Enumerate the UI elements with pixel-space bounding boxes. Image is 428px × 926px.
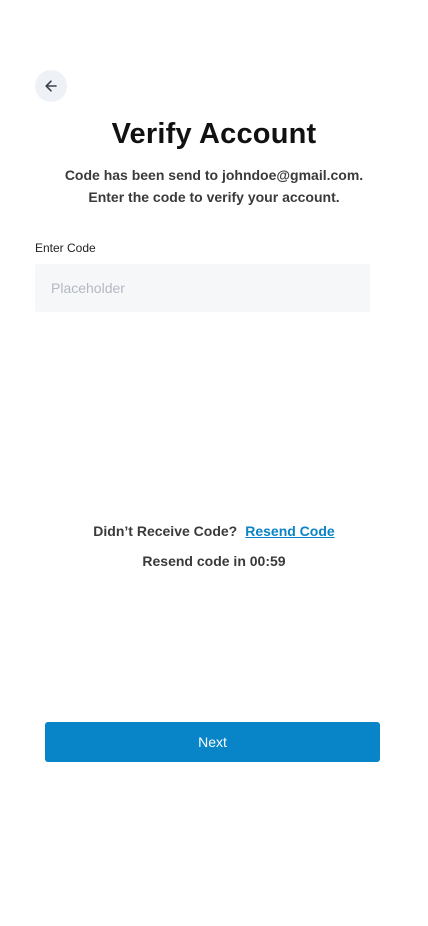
subtitle-line-email: Code has been send to johndoe@gmail.com. bbox=[64, 167, 364, 183]
resend-prompt: Didn’t Receive Code? bbox=[93, 523, 238, 539]
resend-code-link[interactable]: Resend Code bbox=[245, 523, 334, 539]
subtitle-line-instruction: Enter the code to verify your account. bbox=[88, 189, 340, 205]
subtitle: Code has been send to johndoe@gmail.com.… bbox=[0, 164, 428, 208]
resend-timer: Resend code in 00:59 bbox=[142, 553, 286, 569]
code-input[interactable] bbox=[35, 264, 370, 312]
page-title: Verify Account bbox=[111, 118, 317, 150]
next-button[interactable]: Next bbox=[45, 722, 380, 762]
arrow-left-icon bbox=[43, 78, 59, 94]
resend-row: Didn’t Receive Code? Resend Code bbox=[0, 521, 428, 541]
code-field-label: Enter Code bbox=[35, 241, 96, 255]
back-button[interactable] bbox=[35, 70, 67, 102]
